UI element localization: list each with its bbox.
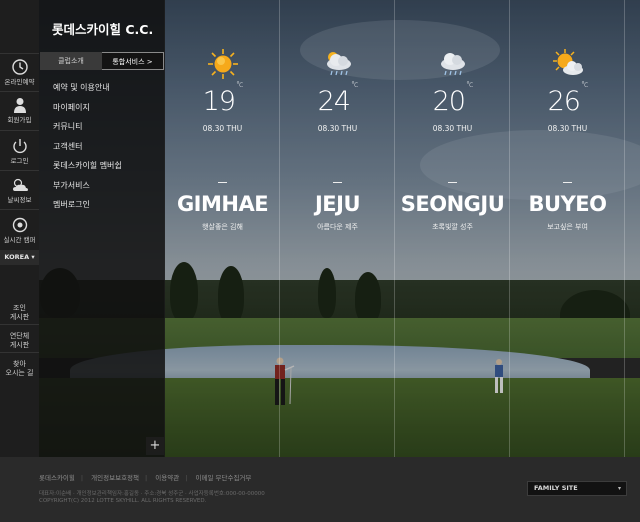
- signup-button[interactable]: 회원가입: [0, 96, 39, 124]
- footer-link[interactable]: 롯데스카이힐: [39, 474, 75, 482]
- dash-divider: [333, 182, 342, 183]
- separator: [0, 209, 39, 210]
- menu-item-membership[interactable]: 롯데스카이힐 멤버쉽: [53, 159, 122, 179]
- separator: [0, 170, 39, 171]
- menu-item-additional-services[interactable]: 부가서비스: [53, 179, 122, 199]
- directions-button[interactable]: 찾아 오시는 길: [0, 358, 39, 378]
- city-subtitle: 아름다운 제주: [317, 223, 358, 231]
- live-camera-button[interactable]: 실시간 캠퍼: [0, 216, 39, 244]
- language-label: KOREA: [4, 253, 30, 261]
- weather-info-button[interactable]: 날씨정보: [0, 176, 39, 204]
- separator: [0, 91, 39, 92]
- group-board-button[interactable]: 연단체 게시판: [0, 330, 39, 350]
- dash-divider: [448, 182, 457, 183]
- camera-icon: [12, 217, 27, 233]
- city-subtitle: 햇살좋은 김해: [202, 223, 243, 231]
- city-name: GIMHAE: [176, 192, 269, 216]
- separator: [0, 53, 39, 54]
- menu-item-customer-center[interactable]: 고객센터: [53, 140, 122, 160]
- separator: |: [145, 474, 148, 482]
- quick-icon-bar: 온라인예약 회원가입 로그인 날씨정보 실시간 캠퍼 KOREA ▾ 조인 게시…: [0, 0, 39, 457]
- tab-integrated-service[interactable]: 통합서비스 >: [102, 52, 164, 70]
- join-board-button[interactable]: 조인 게시판: [0, 302, 39, 322]
- group-board-label: 연단체: [9, 332, 30, 340]
- weather-date: 08.30 THU: [317, 124, 358, 133]
- menu-list: 예약 및 이용안내 마이페이지 커뮤니티 고객센터 롯데스카이힐 멤버쉽 부가서…: [53, 81, 122, 218]
- site-logo[interactable]: 롯데스카이힐 C.C.: [52, 19, 153, 38]
- city-name: JEJU: [314, 192, 361, 216]
- temperature: 24°c: [317, 80, 359, 117]
- footer-link[interactable]: 개인정보보호정책: [91, 474, 139, 482]
- city-name: SEONGJU: [400, 192, 505, 216]
- group-board-label: 게시판: [9, 341, 30, 349]
- city-subtitle: 보고싶은 부여: [547, 223, 588, 231]
- menu-item-community[interactable]: 커뮤니티: [53, 120, 122, 140]
- footer-links: 롯데스카이힐 | 개인정보보호정책 | 이용약관 | 이메일 무단수집거부: [39, 472, 257, 482]
- footer-link[interactable]: 이메일 무단수집거부: [196, 474, 252, 482]
- dropdown-arrow-icon: ▾: [617, 485, 621, 492]
- menu-item-reservation[interactable]: 예약 및 이용안내: [53, 81, 122, 101]
- online-reservation-label: 온라인예약: [4, 78, 35, 86]
- join-board-label: 조인: [13, 304, 26, 312]
- tab-club-intro[interactable]: 클럽소개: [40, 52, 102, 70]
- separator: |: [185, 474, 188, 482]
- power-icon: [12, 139, 27, 154]
- expand-button[interactable]: +: [146, 437, 164, 455]
- city-name: BUYEO: [528, 192, 607, 216]
- dash-divider: [563, 182, 572, 183]
- clock-icon: [11, 59, 28, 75]
- live-camera-label: 실시간 캠퍼: [3, 236, 36, 244]
- weather-info-label: 날씨정보: [7, 196, 32, 204]
- separator: [0, 130, 39, 131]
- menu-item-mypage[interactable]: 마이페이지: [53, 101, 122, 121]
- weather-date: 08.30 THU: [202, 124, 243, 133]
- signup-label: 회원가입: [7, 116, 32, 124]
- footer-address: 대표자:이순배 · 개인정보관리책임자:홍길동 · 주소:경북 성주군 · 사업…: [39, 491, 265, 497]
- footer-copyright: COPYRIGHT(C) 2012 LOTTE SKYHILL. ALL RIG…: [39, 498, 207, 504]
- separator: [0, 324, 39, 325]
- weather-date: 08.30 THU: [547, 124, 588, 133]
- online-reservation-button[interactable]: 온라인예약: [0, 58, 39, 86]
- weather-date: 08.30 THU: [432, 124, 473, 133]
- directions-label: 찾아: [13, 360, 26, 368]
- family-site-label: FAMILY SITE: [534, 484, 578, 492]
- sun-cloud-icon: [553, 49, 583, 75]
- temperature: 19°c: [202, 80, 244, 117]
- temperature: 20°c: [432, 80, 474, 117]
- dash-divider: [218, 182, 227, 183]
- main-menu-panel: 롯데스카이힐 C.C. 클럽소개 통합서비스 > 예약 및 이용안내 마이페이지…: [39, 0, 165, 457]
- rain-cloud-icon: [327, 52, 351, 76]
- footer-link[interactable]: 이용약관: [155, 474, 179, 482]
- join-board-label: 게시판: [9, 313, 30, 321]
- menu-item-member-login[interactable]: 멤버로그인: [53, 198, 122, 218]
- city-subtitle: 초록빛깔 성주: [432, 223, 473, 231]
- language-select[interactable]: KOREA ▾: [0, 250, 39, 265]
- directions-label: 오시는 길: [5, 369, 34, 377]
- temperature: 26°c: [547, 80, 589, 117]
- person-icon: [13, 98, 26, 113]
- rain-cloud-icon: [441, 53, 465, 76]
- sun-icon: [208, 49, 238, 79]
- family-site-select[interactable]: FAMILY SITE ▾: [527, 481, 627, 496]
- separator: [0, 352, 39, 353]
- login-label: 로그인: [10, 157, 29, 165]
- weather-icon: [12, 178, 28, 191]
- menu-tabs: 클럽소개 통합서비스 >: [40, 52, 164, 70]
- login-button[interactable]: 로그인: [0, 137, 39, 165]
- separator: |: [80, 474, 84, 482]
